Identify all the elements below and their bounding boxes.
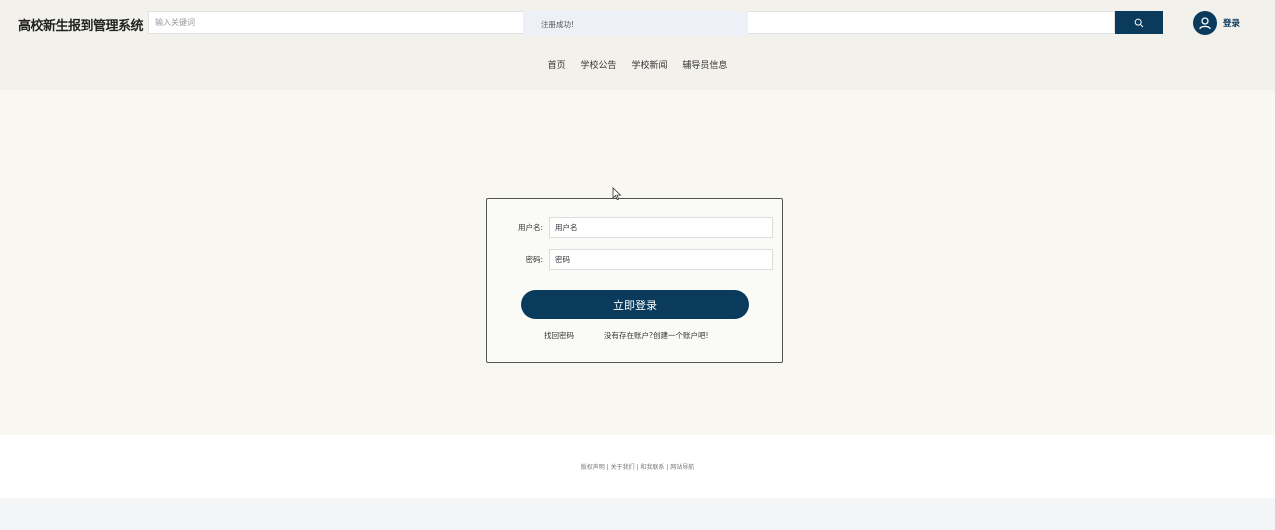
search-icon [1134, 18, 1144, 27]
toast-message: 注册成功! [523, 11, 748, 36]
nav-item-home[interactable]: 首页 [548, 61, 566, 71]
site-title: 高校新生报到管理系统 [18, 19, 144, 34]
footer-links: 版权声明 | 关于我们 | 和我联系 | 网站导航 [580, 464, 695, 471]
login-button[interactable]: 立即登录 [521, 290, 749, 319]
mouse-cursor-icon [612, 187, 622, 201]
main-nav: 首页 学校公告 学校新闻 辅导员信息 [0, 58, 1275, 71]
password-field[interactable] [549, 249, 773, 270]
password-label: 密码: [525, 255, 543, 264]
search-button[interactable] [1115, 11, 1163, 34]
footer: 版权声明 | 关于我们 | 和我联系 | 网站导航 [0, 435, 1275, 498]
header: 高校新生报到管理系统 注册成功! 登录 首页 学校公告 学校新闻 辅导员信息 [0, 0, 1275, 90]
register-link[interactable]: 没有存在账户?创建一个账户吧! [604, 330, 709, 341]
login-link[interactable]: 登录 [1223, 17, 1240, 29]
nav-item-announcements[interactable]: 学校公告 [581, 61, 617, 71]
login-form: 用户名: 密码: 立即登录 找回密码 没有存在账户?创建一个账户吧! [486, 198, 783, 363]
user-icon[interactable] [1193, 11, 1217, 35]
user-login-area[interactable]: 登录 [1193, 11, 1240, 35]
forgot-password-link[interactable]: 找回密码 [544, 330, 574, 341]
nav-item-counselor-info[interactable]: 辅导员信息 [682, 61, 727, 71]
nav-item-news[interactable]: 学校新闻 [631, 61, 667, 71]
main-content: 用户名: 密码: 立即登录 找回密码 没有存在账户?创建一个账户吧! [0, 90, 1275, 435]
username-field[interactable] [549, 217, 773, 238]
username-label: 用户名: [517, 223, 543, 232]
